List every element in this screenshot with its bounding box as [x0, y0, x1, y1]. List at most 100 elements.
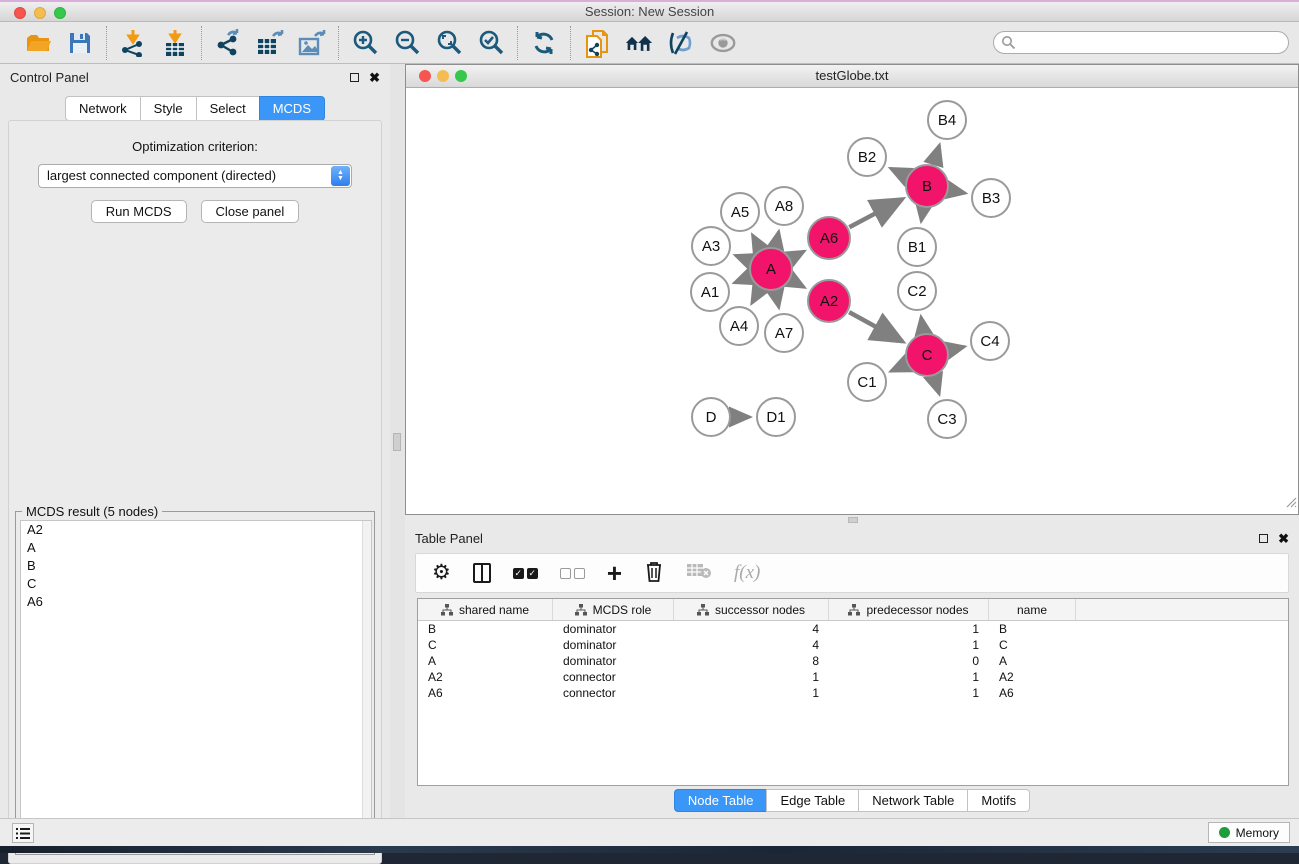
edge-C-C1[interactable] — [891, 364, 906, 371]
node-A3[interactable]: A3 — [692, 227, 730, 265]
table-cell[interactable]: 4 — [674, 621, 829, 637]
result-item[interactable]: C — [21, 575, 371, 593]
table-cell[interactable]: 8 — [674, 653, 829, 669]
table-cell[interactable]: C — [418, 637, 553, 653]
run-mcds-button[interactable]: Run MCDS — [91, 200, 187, 223]
table-cell[interactable]: 1 — [829, 637, 989, 653]
float-panel-icon[interactable] — [350, 73, 359, 82]
edge-B-B4[interactable] — [934, 145, 940, 164]
table-cell[interactable]: 1 — [674, 669, 829, 685]
refresh-icon[interactable] — [530, 29, 558, 57]
table-row[interactable]: Bdominator41B — [418, 621, 1288, 637]
settings-gear-icon[interactable]: ⚙ — [432, 563, 451, 583]
open-session-icon[interactable] — [24, 29, 52, 57]
edge-A2-C[interactable] — [849, 312, 902, 341]
add-column-icon[interactable]: + — [607, 563, 622, 583]
node-C1[interactable]: C1 — [848, 363, 886, 401]
panel-splitter[interactable] — [390, 64, 405, 818]
node-A4[interactable]: A4 — [720, 307, 758, 345]
node-A1[interactable]: A1 — [691, 273, 729, 311]
table-cell[interactable]: 4 — [674, 637, 829, 653]
table-cell[interactable]: A6 — [418, 685, 553, 701]
table-cell[interactable]: A2 — [989, 669, 1076, 685]
table-cell[interactable]: 1 — [674, 685, 829, 701]
zoom-fit-icon[interactable] — [435, 29, 463, 57]
mcds-result-list[interactable]: A2ABCA6 — [20, 520, 372, 852]
table-cell[interactable]: A — [989, 653, 1076, 669]
hide-graphics-details-icon[interactable] — [667, 29, 695, 57]
network-minimize-button[interactable] — [437, 70, 449, 82]
table-cell[interactable]: A2 — [418, 669, 553, 685]
delete-table-icon[interactable] — [686, 562, 712, 585]
node-A6[interactable]: A6 — [808, 217, 850, 259]
table-cell[interactable]: dominator — [553, 653, 674, 669]
table-cell[interactable]: dominator — [553, 637, 674, 653]
table-cell[interactable]: B — [418, 621, 553, 637]
column-view-icon[interactable] — [473, 563, 491, 583]
edge-A-A5[interactable] — [752, 235, 760, 249]
column-header-predecessor-nodes[interactable]: predecessor nodes — [829, 599, 989, 620]
node-B3[interactable]: B3 — [972, 179, 1010, 217]
node-C[interactable]: C — [906, 334, 948, 376]
float-table-panel-icon[interactable] — [1259, 534, 1268, 543]
node-B2[interactable]: B2 — [848, 138, 886, 176]
node-A5[interactable]: A5 — [721, 193, 759, 231]
column-header-shared-name[interactable]: shared name — [418, 599, 553, 620]
table-row[interactable]: A2connector11A2 — [418, 669, 1288, 685]
node-A8[interactable]: A8 — [765, 187, 803, 225]
node-C3[interactable]: C3 — [928, 400, 966, 438]
edge-A-A8[interactable] — [776, 231, 779, 246]
table-cell[interactable]: connector — [553, 685, 674, 701]
table-cell[interactable]: dominator — [553, 621, 674, 637]
result-item[interactable]: A — [21, 539, 371, 557]
column-header-successor-nodes[interactable]: successor nodes — [674, 599, 829, 620]
column-header-MCDS-role[interactable]: MCDS role — [553, 599, 674, 620]
network-frame-titlebar[interactable]: testGlobe.txt — [406, 65, 1298, 88]
node-B4[interactable]: B4 — [928, 101, 966, 139]
edge-A-A2[interactable] — [791, 280, 804, 287]
edge-C-C3[interactable] — [934, 377, 939, 394]
result-item[interactable]: B — [21, 557, 371, 575]
close-panel-button[interactable]: Close panel — [201, 200, 300, 223]
tab-style[interactable]: Style — [140, 96, 196, 121]
horizontal-splitter-handle[interactable] — [848, 517, 858, 523]
network-close-button[interactable] — [419, 70, 431, 82]
optimization-criterion-select[interactable]: largest connected component (directed) ▲… — [38, 164, 352, 188]
network-from-selection-icon[interactable] — [583, 29, 611, 57]
save-session-icon[interactable] — [66, 29, 94, 57]
close-table-panel-icon[interactable]: ✖ — [1278, 534, 1289, 543]
result-item[interactable]: A2 — [21, 521, 371, 539]
table-cell[interactable]: 1 — [829, 669, 989, 685]
tab-network[interactable]: Network — [65, 96, 140, 121]
table-cell[interactable]: 1 — [829, 685, 989, 701]
close-panel-icon[interactable]: ✖ — [369, 73, 380, 82]
export-network-icon[interactable] — [214, 29, 242, 57]
table-row[interactable]: A6connector11A6 — [418, 685, 1288, 701]
minimize-window-button[interactable] — [34, 7, 46, 19]
tab-mcds[interactable]: MCDS — [259, 96, 325, 121]
node-A2[interactable]: A2 — [808, 280, 850, 322]
export-table-icon[interactable] — [256, 29, 284, 57]
table-row[interactable]: Cdominator41C — [418, 637, 1288, 653]
close-window-button[interactable] — [14, 7, 26, 19]
table-row[interactable]: Adominator80A — [418, 653, 1288, 669]
edge-A-A1[interactable] — [734, 277, 749, 283]
table-cell[interactable]: B — [989, 621, 1076, 637]
node-D1[interactable]: D1 — [757, 398, 795, 436]
tab-motifs[interactable]: Motifs — [967, 789, 1030, 812]
node-B[interactable]: B — [906, 165, 948, 207]
edge-B-B1[interactable] — [921, 209, 923, 222]
zoom-in-icon[interactable] — [351, 29, 379, 57]
node-A7[interactable]: A7 — [765, 314, 803, 352]
node-C2[interactable]: C2 — [898, 272, 936, 310]
edge-A-A6[interactable] — [791, 251, 804, 258]
search-input[interactable] — [993, 31, 1289, 54]
table-cell[interactable]: A6 — [989, 685, 1076, 701]
import-network-icon[interactable] — [119, 29, 147, 57]
network-graph[interactable]: AA1A2A3A4A5A6A7A8BB1B2B3B4CC1C2C3C4DD1 — [406, 88, 1298, 514]
result-item[interactable]: A6 — [21, 593, 371, 611]
show-hide-annotations-icon[interactable] — [709, 29, 737, 57]
splitter-handle[interactable] — [393, 433, 401, 451]
table-cell[interactable]: 0 — [829, 653, 989, 669]
edge-B-B2[interactable] — [890, 168, 906, 176]
